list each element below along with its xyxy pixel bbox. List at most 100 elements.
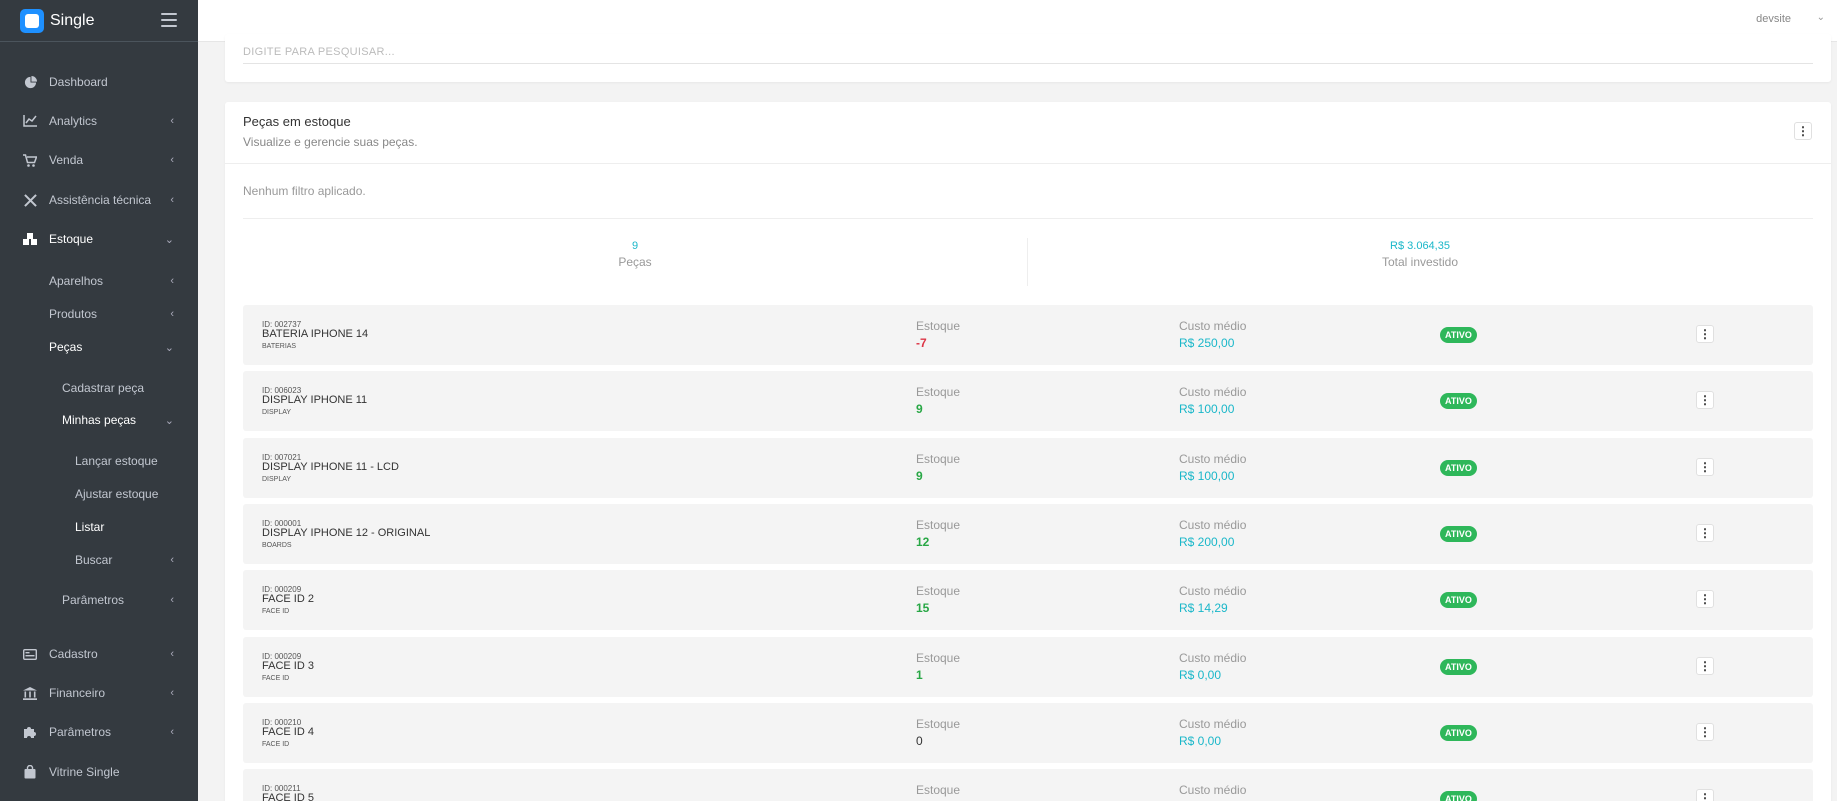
list-item[interactable]: ID: 002737 BATERIA IPHONE 14 BATERIAS Estoq…	[243, 305, 1813, 365]
status-badge: ATIVO	[1440, 592, 1477, 608]
status-badge: ATIVO	[1440, 791, 1477, 801]
part-category: FACE ID	[262, 741, 290, 748]
stock-label: Estoque	[916, 584, 961, 598]
sidebar-item-label: Parâmetros	[49, 725, 112, 739]
sidebar-item-produtos[interactable]: Produtos ‹	[0, 300, 198, 328]
cost-label: Custo médio	[1179, 452, 1247, 466]
part-name: FACE ID 4	[262, 726, 314, 738]
menu-toggle-icon[interactable]	[161, 13, 177, 27]
list-item[interactable]: ID: 000001 DISPLAY IPHONE 12 - ORIGINAL BO…	[243, 504, 1813, 564]
part-name: BATERIA IPHONE 14	[262, 328, 369, 340]
sidebar-item-label: Listar	[75, 520, 105, 534]
list-item[interactable]: ID: 006023 DISPLAY IPHONE 11 DISPLAY Estoqu…	[243, 371, 1813, 431]
sidebar-item-label: Cadastrar peça	[62, 381, 145, 395]
cost-value: R$ 250,00	[1179, 336, 1235, 350]
row-options-icon[interactable]: ⋮	[1696, 789, 1714, 801]
dashboard-icon	[23, 75, 37, 89]
chevron-left-icon: ‹	[170, 194, 174, 206]
stat-value: 9	[631, 240, 639, 252]
stock-label: Estoque	[916, 717, 961, 731]
sidebar-item-cadastro[interactable]: Cadastro ‹	[0, 640, 198, 668]
sidebar-item-label: Produtos	[49, 307, 98, 321]
sidebar-item-pecas[interactable]: Peças ⌄	[0, 333, 198, 361]
list-item[interactable]: ID: 000209 FACE ID 3 FACE ID Estoque 1 Custo …	[243, 637, 1813, 697]
list-item[interactable]: ID: 000210 FACE ID 4 FACE ID Estoque 0 Custo …	[243, 703, 1813, 763]
list-item[interactable]: ID: 000211FACE ID 5FACE IDEstoqueCusto m…	[243, 769, 1813, 801]
card-options-icon[interactable]: ⋮	[1794, 122, 1812, 140]
sidebar-item-label: Lançar estoque	[75, 454, 158, 468]
card-title: Peças em estoque	[243, 114, 351, 129]
stat-value: R$ 3.064,35	[1390, 240, 1450, 252]
stock-label: Estoque	[916, 319, 961, 333]
sidebar-item-listar[interactable]: Listar	[0, 513, 198, 541]
chevron-down-icon: ⌄	[164, 233, 174, 246]
brand-name: Single	[50, 11, 95, 29]
sidebar-item-buscar[interactable]: Buscar ‹	[0, 546, 198, 574]
list-item[interactable]: ID: 007021 DISPLAY IPHONE 11 - LCD DISPLAY…	[243, 438, 1813, 498]
chevron-left-icon: ‹	[170, 308, 174, 320]
sidebar-item-venda[interactable]: Venda ‹	[0, 146, 198, 174]
part-category: FACE ID	[262, 675, 290, 682]
chevron-left-icon: ‹	[170, 154, 174, 166]
sidebar-item-dashboard[interactable]: Dashboard	[0, 68, 198, 96]
list-item[interactable]: ID: 000209 FACE ID 2 FACE ID Estoque 15 Custo…	[243, 570, 1813, 630]
sidebar-item-lancar-estoque[interactable]: Lançar estoque	[0, 447, 198, 475]
part-category: DISPLAY	[262, 409, 292, 416]
row-options-icon[interactable]: ⋮	[1696, 590, 1714, 608]
chevron-left-icon: ‹	[170, 275, 174, 287]
row-options-icon[interactable]: ⋮	[1696, 325, 1714, 343]
sidebar: Single Dashboard Analytics ‹ Venda ‹ Ass…	[0, 0, 198, 801]
part-category: BATERIAS	[262, 343, 297, 350]
stock-label: Estoque	[916, 651, 961, 665]
stat-pieces: 9 Peças	[243, 240, 1027, 269]
row-options-icon[interactable]: ⋮	[1696, 723, 1714, 741]
search-card	[225, 34, 1831, 82]
row-options-icon[interactable]: ⋮	[1696, 458, 1714, 476]
sidebar-item-assistencia-tecnica[interactable]: Assistência técnica ‹	[0, 186, 198, 214]
sidebar-item-label: Peças	[49, 340, 83, 354]
sidebar-item-parametros-pecas[interactable]: Parâmetros ‹	[0, 586, 198, 614]
status-badge: ATIVO	[1440, 327, 1477, 343]
sidebar-item-parametros[interactable]: Parâmetros ‹	[0, 718, 198, 746]
sidebar-item-analytics[interactable]: Analytics ‹	[0, 107, 198, 135]
chevron-down-icon[interactable]: ⌄	[1817, 12, 1825, 23]
parts-card: Peças em estoque Visualize e gerencie su…	[225, 102, 1831, 801]
sidebar-item-minhas-pecas[interactable]: Minhas peças ⌄	[0, 406, 198, 434]
bank-icon	[23, 686, 37, 700]
chevron-down-icon: ⌄	[164, 341, 174, 354]
part-name: DISPLAY IPHONE 12 - ORIGINAL	[262, 527, 431, 539]
cost-value: R$ 100,00	[1179, 469, 1235, 483]
status-badge: ATIVO	[1440, 526, 1477, 542]
cost-value: R$ 0,00	[1179, 668, 1222, 682]
row-options-icon[interactable]: ⋮	[1696, 524, 1714, 542]
chevron-down-icon: ⌄	[164, 414, 174, 427]
cart-icon	[23, 153, 37, 167]
sidebar-item-label: Estoque	[49, 232, 94, 246]
stock-value: 1	[916, 668, 923, 682]
user-menu-name[interactable]: devsite	[1756, 13, 1791, 25]
sidebar-item-financeiro[interactable]: Financeiro ‹	[0, 679, 198, 707]
boxes-icon	[23, 232, 37, 246]
row-options-icon[interactable]: ⋮	[1696, 657, 1714, 675]
sidebar-item-ajustar-estoque[interactable]: Ajustar estoque	[0, 480, 198, 508]
divider	[225, 163, 1831, 164]
puzzle-icon	[23, 725, 37, 739]
sidebar-item-label: Buscar	[75, 553, 113, 567]
sidebar-item-vitrine-single[interactable]: Vitrine Single	[0, 758, 198, 786]
part-category: DISPLAY	[262, 476, 292, 483]
status-badge: ATIVO	[1440, 393, 1477, 409]
cost-value: R$ 0,00	[1179, 734, 1222, 748]
sidebar-item-label: Ajustar estoque	[75, 487, 159, 501]
search-input[interactable]	[243, 40, 1813, 64]
sidebar-item-estoque[interactable]: Estoque ⌄	[0, 225, 198, 253]
sidebar-item-aparelhos[interactable]: Aparelhos ‹	[0, 267, 198, 295]
row-options-icon[interactable]: ⋮	[1696, 391, 1714, 409]
stock-value: 0	[916, 734, 923, 748]
sidebar-item-label: Minhas peças	[62, 413, 137, 427]
stock-value: 9	[916, 469, 923, 483]
part-category: BOARDS	[262, 542, 292, 549]
chevron-left-icon: ‹	[170, 115, 174, 127]
part-name: FACE ID 3	[262, 660, 314, 672]
sidebar-item-cadastrar-peca[interactable]: Cadastrar peça	[0, 374, 198, 402]
stock-value: -7	[916, 336, 927, 350]
